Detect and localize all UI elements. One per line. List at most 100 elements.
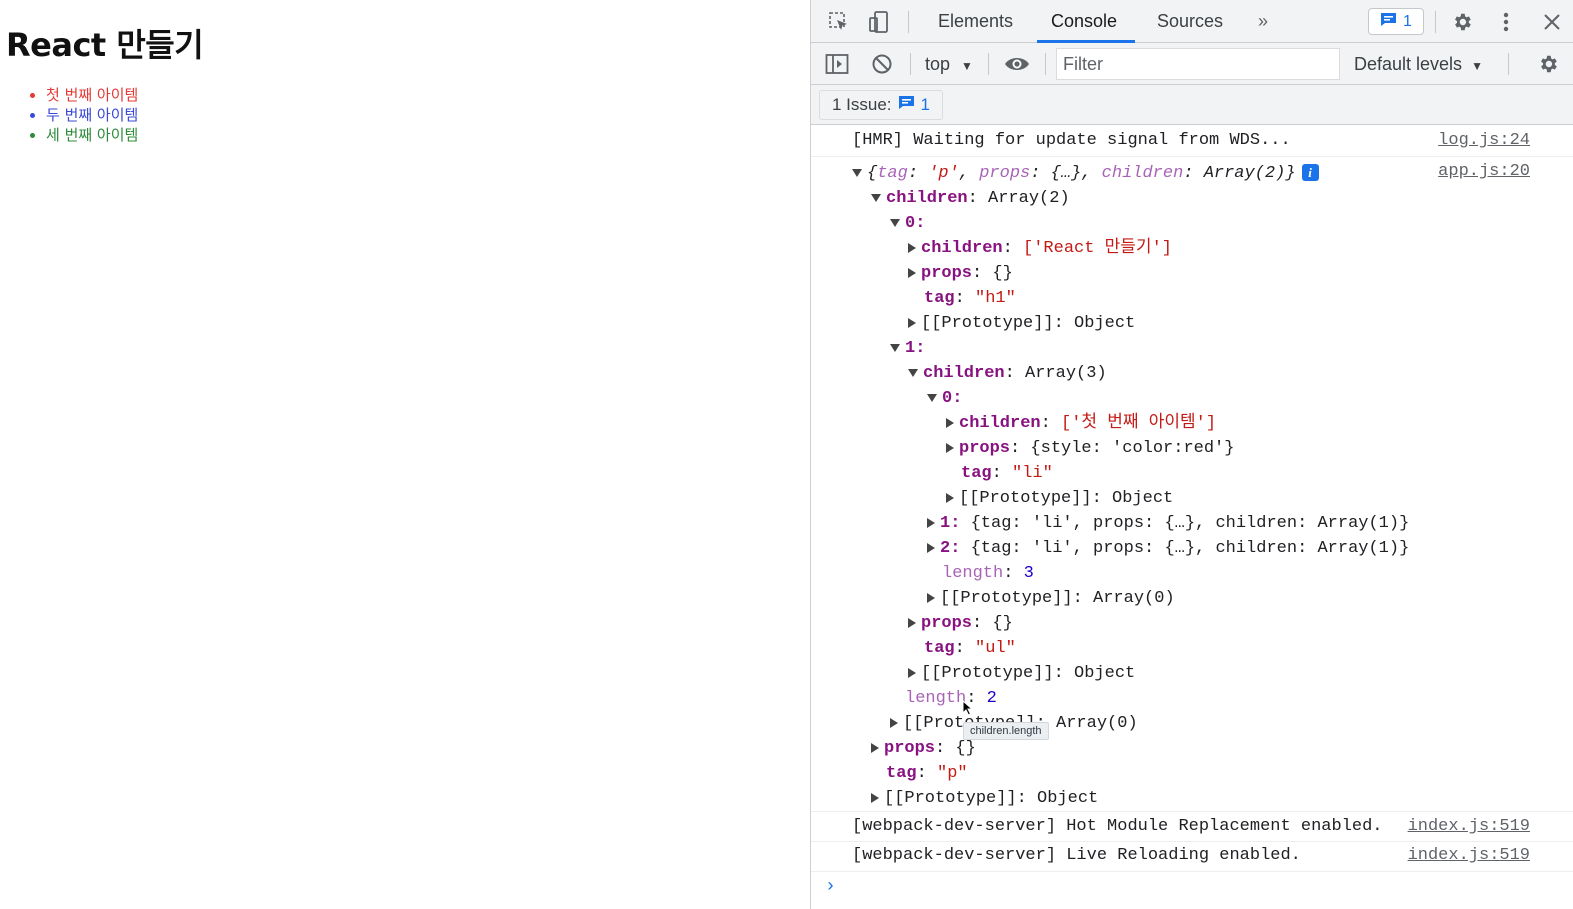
tree-row[interactable]: [[Prototype]]: Object: [871, 786, 1098, 811]
tree-row[interactable]: children: Array(3): [908, 361, 1107, 386]
toolbar-divider: [1045, 53, 1046, 75]
page-heading: React 만들기: [6, 26, 204, 64]
console-settings-gear-icon[interactable]: [1534, 43, 1562, 85]
collapse-triangle-icon: [908, 368, 918, 377]
console-toolbar: top ▼ Default levels ▼: [811, 43, 1573, 85]
expand-triangle-icon: [890, 717, 898, 728]
tree-row[interactable]: 0:: [890, 211, 925, 236]
settings-gear-icon[interactable]: [1448, 0, 1476, 43]
tree-row[interactable]: children: ['React 만들기']: [908, 236, 1172, 261]
console-message-text: [webpack-dev-server] Live Reloading enab…: [852, 846, 1301, 865]
toolbar-divider: [908, 11, 909, 33]
message-icon: [1380, 12, 1397, 32]
expand-triangle-icon: [927, 592, 935, 603]
tree-row: tag: "li": [961, 464, 1053, 483]
issues-link-button[interactable]: 1 Issue: 1: [819, 90, 944, 120]
tree-row: tag: "h1": [924, 289, 1016, 308]
inspect-element-icon[interactable]: [825, 0, 853, 43]
console-message: [HMR] Waiting for update signal from WDS…: [811, 125, 1573, 157]
expand-triangle-icon: [908, 667, 916, 678]
devtools-panel: Elements Console Sources » 1 top ▼ Filte…: [810, 0, 1573, 909]
expand-triangle-icon: [871, 792, 879, 803]
console-message: [webpack-dev-server] Hot Module Replacem…: [811, 812, 1573, 842]
toolbar-divider: [988, 53, 989, 75]
console-output: [HMR] Waiting for update signal from WDS…: [811, 125, 1573, 909]
clear-console-icon[interactable]: [868, 43, 896, 85]
page-viewport: React 만들기 첫 번째 아이템 두 번째 아이템 세 번째 아이템: [0, 0, 810, 909]
tree-row[interactable]: [[Prototype]]: Object: [908, 661, 1135, 686]
toolbar-divider: [910, 53, 911, 75]
context-selector[interactable]: top ▼: [925, 43, 973, 85]
console-message-text: [HMR] Waiting for update signal from WDS…: [852, 131, 1291, 150]
expand-triangle-icon: [871, 742, 879, 753]
list-item-2: 두 번째 아이템: [28, 105, 138, 125]
console-message: [webpack-dev-server] Live Reloading enab…: [811, 842, 1573, 872]
device-toolbar-icon[interactable]: [865, 0, 893, 43]
expand-triangle-icon: [946, 492, 954, 503]
issues-bar: 1 Issue: 1: [811, 85, 1573, 125]
tree-row[interactable]: 1: {tag: 'li', props: {…}, children: Arr…: [927, 511, 1409, 536]
source-link[interactable]: index.js:519: [1408, 846, 1530, 865]
expand-triangle-icon: [908, 617, 916, 628]
live-expression-eye-icon[interactable]: [1001, 43, 1033, 85]
console-object-message: app.js:20 {tag: 'p', props: {…}, childre…: [811, 157, 1573, 812]
log-levels-value: Default levels: [1354, 54, 1463, 74]
info-icon[interactable]: i: [1301, 164, 1319, 182]
issues-badge-button[interactable]: 1: [1368, 8, 1424, 35]
tree-row[interactable]: children: Array(2): [871, 186, 1070, 211]
tree-row[interactable]: props: {}: [908, 611, 1013, 636]
issues-label: 1 Issue:: [832, 95, 892, 114]
devtools-tab-bar: Elements Console Sources » 1: [811, 0, 1573, 43]
tree-row[interactable]: props: {style: 'color:red'}: [946, 436, 1234, 461]
message-icon: [898, 91, 915, 119]
collapse-triangle-icon: [890, 218, 900, 227]
hover-tooltip: children.length: [963, 722, 1049, 740]
collapse-triangle-icon: [927, 393, 937, 402]
tree-row: tag: "p": [886, 764, 968, 783]
more-tabs-button[interactable]: »: [1258, 0, 1268, 43]
collapse-triangle-icon: [852, 168, 862, 177]
tree-row[interactable]: 2: {tag: 'li', props: {…}, children: Arr…: [927, 536, 1409, 561]
tree-row[interactable]: [[Prototype]]: Object: [908, 311, 1135, 336]
mouse-cursor-icon: [962, 699, 974, 721]
expand-triangle-icon: [946, 417, 954, 428]
close-icon[interactable]: [1538, 0, 1566, 43]
source-link[interactable]: log.js:24: [1438, 131, 1530, 150]
tab-console[interactable]: Console: [1036, 0, 1136, 43]
more-options-icon[interactable]: [1492, 0, 1520, 43]
filter-input[interactable]: [1056, 48, 1340, 80]
tab-elements[interactable]: Elements: [938, 0, 1013, 43]
tree-row[interactable]: [[Prototype]]: Object: [946, 486, 1173, 511]
log-levels-selector[interactable]: Default levels ▼: [1354, 43, 1483, 85]
tree-row[interactable]: props: {}: [908, 261, 1013, 286]
tree-row[interactable]: 0:: [927, 386, 962, 411]
list-item-3: 세 번째 아이템: [28, 125, 138, 145]
tree-row: length: 2: [905, 689, 997, 708]
list-item-1: 첫 번째 아이템: [28, 85, 138, 105]
source-link[interactable]: app.js:20: [1438, 162, 1530, 181]
collapse-triangle-icon: [871, 193, 881, 202]
expand-triangle-icon: [908, 242, 916, 253]
console-prompt[interactable]: ›: [825, 877, 836, 897]
toolbar-divider: [1508, 53, 1509, 75]
tree-row[interactable]: props: {}: [871, 736, 976, 761]
issues-badge-count: 1: [1403, 12, 1412, 30]
expand-triangle-icon: [927, 542, 935, 553]
tree-row[interactable]: 1:: [890, 336, 925, 361]
expand-triangle-icon: [927, 517, 935, 528]
source-link[interactable]: index.js:519: [1408, 817, 1530, 836]
tree-row[interactable]: [[Prototype]]: Array(0): [927, 586, 1175, 611]
issues-count: 1: [920, 95, 931, 114]
tree-row[interactable]: children: ['첫 번째 아이템']: [946, 411, 1216, 436]
expand-triangle-icon: [908, 267, 916, 278]
item-list: 첫 번째 아이템 두 번째 아이템 세 번째 아이템: [28, 85, 138, 145]
context-selector-value: top: [925, 54, 951, 74]
console-message-text: [webpack-dev-server] Hot Module Replacem…: [852, 817, 1383, 836]
collapse-triangle-icon: [890, 343, 900, 352]
dropdown-arrow-icon: ▼: [1471, 59, 1483, 73]
object-summary-row[interactable]: {tag: 'p', props: {…}, children: Array(2…: [852, 161, 1319, 186]
sidebar-toggle-icon[interactable]: [823, 43, 851, 85]
tab-sources[interactable]: Sources: [1157, 0, 1223, 43]
expand-triangle-icon: [908, 317, 916, 328]
dropdown-arrow-icon: ▼: [961, 59, 973, 73]
